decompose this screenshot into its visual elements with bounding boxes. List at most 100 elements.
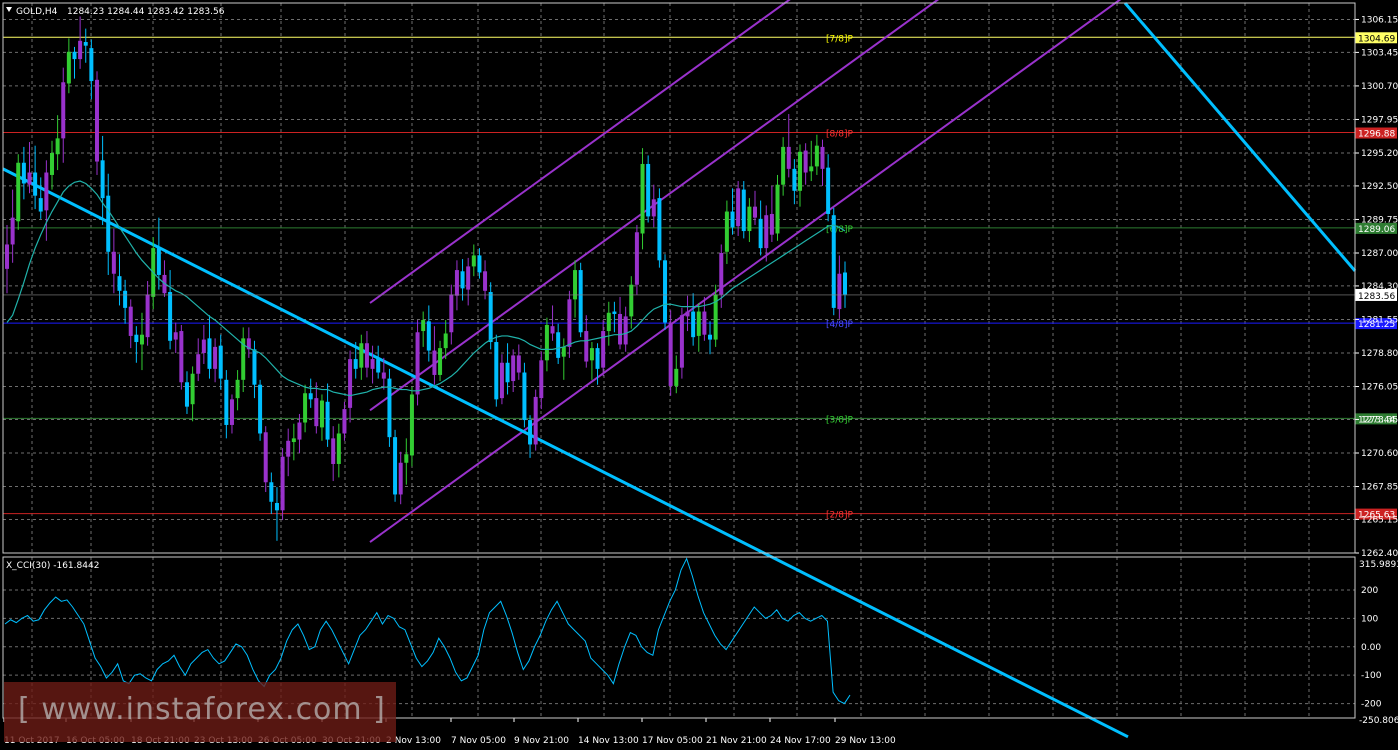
candle-body [702, 311, 707, 335]
candle-body [381, 372, 386, 379]
candle-body [21, 162, 26, 184]
candle-body [820, 146, 825, 169]
candle-body [798, 151, 803, 191]
candle-body [123, 290, 128, 308]
candle[interactable] [741, 181, 746, 239]
candle-body [184, 382, 189, 407]
y-tick-label: 1289.75 [1361, 215, 1398, 225]
candle[interactable] [94, 71, 99, 175]
candle-body [775, 184, 780, 234]
candle[interactable] [409, 387, 414, 467]
candle-body [494, 342, 499, 400]
candle-body [696, 311, 701, 336]
candle-body [404, 454, 409, 463]
candle[interactable] [280, 448, 285, 521]
y-tick-label: 1278.80 [1361, 349, 1398, 359]
x-tick-label: 14 Nov 13:00 [578, 736, 639, 746]
candle[interactable] [533, 389, 538, 451]
candle-body [578, 270, 583, 333]
candle-body [128, 306, 133, 336]
candle-body [72, 51, 77, 60]
candle-body [691, 311, 696, 338]
candle-body [567, 299, 572, 347]
candle-body [426, 321, 431, 351]
candle-body [837, 273, 842, 310]
cci-tick-label: -200 [1361, 700, 1382, 710]
candle-body [505, 362, 510, 383]
current-price-label: 1283.56 [1358, 292, 1395, 302]
candle-body [843, 272, 847, 295]
candle[interactable] [668, 310, 673, 396]
candle-body [556, 332, 561, 358]
candle-body [44, 172, 49, 211]
candle-body [522, 372, 527, 421]
candle[interactable] [387, 368, 392, 447]
x-tick-label: 7 Nov 05:00 [451, 736, 506, 746]
candle-body [640, 163, 645, 234]
candle-body [623, 316, 628, 345]
candle-body [471, 255, 476, 267]
candle-body [454, 270, 459, 296]
candle[interactable] [831, 207, 836, 316]
cci-scale-top: 315.9893 [1359, 560, 1398, 570]
candle-body [16, 162, 21, 222]
candle-body [736, 188, 741, 227]
candle-body [606, 312, 611, 332]
symbol-label: GOLD,H4 [16, 7, 58, 17]
candle[interactable] [16, 154, 21, 230]
candle-body [263, 432, 268, 483]
candle-body [511, 355, 516, 382]
candle-body [803, 150, 808, 173]
candle-body [758, 218, 763, 249]
candle[interactable] [494, 334, 499, 407]
candle-body [719, 253, 724, 295]
candle-body [398, 462, 403, 495]
cci-scale-bottom: -250.8065 [1359, 716, 1398, 726]
candle[interactable] [634, 224, 639, 295]
candle-body [235, 379, 240, 399]
candle[interactable] [775, 174, 780, 241]
candle-body [443, 333, 448, 349]
candle-body [544, 324, 549, 361]
candle-body [634, 232, 639, 285]
candle-body [201, 339, 206, 353]
x-tick-label: 17 Nov 05:00 [642, 736, 703, 746]
candle-body [528, 420, 533, 445]
candle[interactable] [578, 262, 583, 338]
candle-body [78, 40, 83, 60]
candle-body [651, 199, 656, 217]
candle[interactable] [646, 155, 651, 223]
y-tick-label: 1281.55 [1361, 315, 1398, 325]
candle[interactable] [657, 188, 662, 268]
level-price-label: 1289.06 [1358, 225, 1395, 235]
candle-body [629, 284, 634, 317]
candle-body [38, 198, 43, 212]
candle-body [376, 359, 381, 373]
candle-body [286, 440, 291, 457]
candle-body [61, 82, 66, 139]
candle-body [100, 160, 105, 199]
candle[interactable] [179, 324, 184, 390]
candle-body [252, 349, 257, 385]
level-price-label: 1304.69 [1358, 34, 1395, 44]
candle-body [291, 438, 296, 443]
candle[interactable] [393, 429, 398, 502]
candle-body [319, 400, 324, 428]
candle-body [460, 271, 465, 289]
candle-body [179, 331, 184, 383]
candle-body [393, 437, 398, 495]
candle-body [331, 438, 336, 464]
candle[interactable] [263, 426, 268, 493]
candle-body [747, 206, 752, 232]
candle-body [207, 338, 212, 369]
candle-body [370, 359, 375, 369]
candle[interactable] [415, 320, 420, 406]
cci-tick-label: -100 [1361, 671, 1382, 681]
y-tick-label: 1267.85 [1361, 483, 1398, 493]
x-tick-label: 9 Nov 21:00 [514, 736, 569, 746]
candle-body [342, 409, 347, 434]
candle[interactable] [663, 254, 668, 330]
x-tick-label: 24 Nov 17:00 [770, 736, 831, 746]
candle-body [336, 433, 341, 464]
candle[interactable] [258, 379, 263, 441]
